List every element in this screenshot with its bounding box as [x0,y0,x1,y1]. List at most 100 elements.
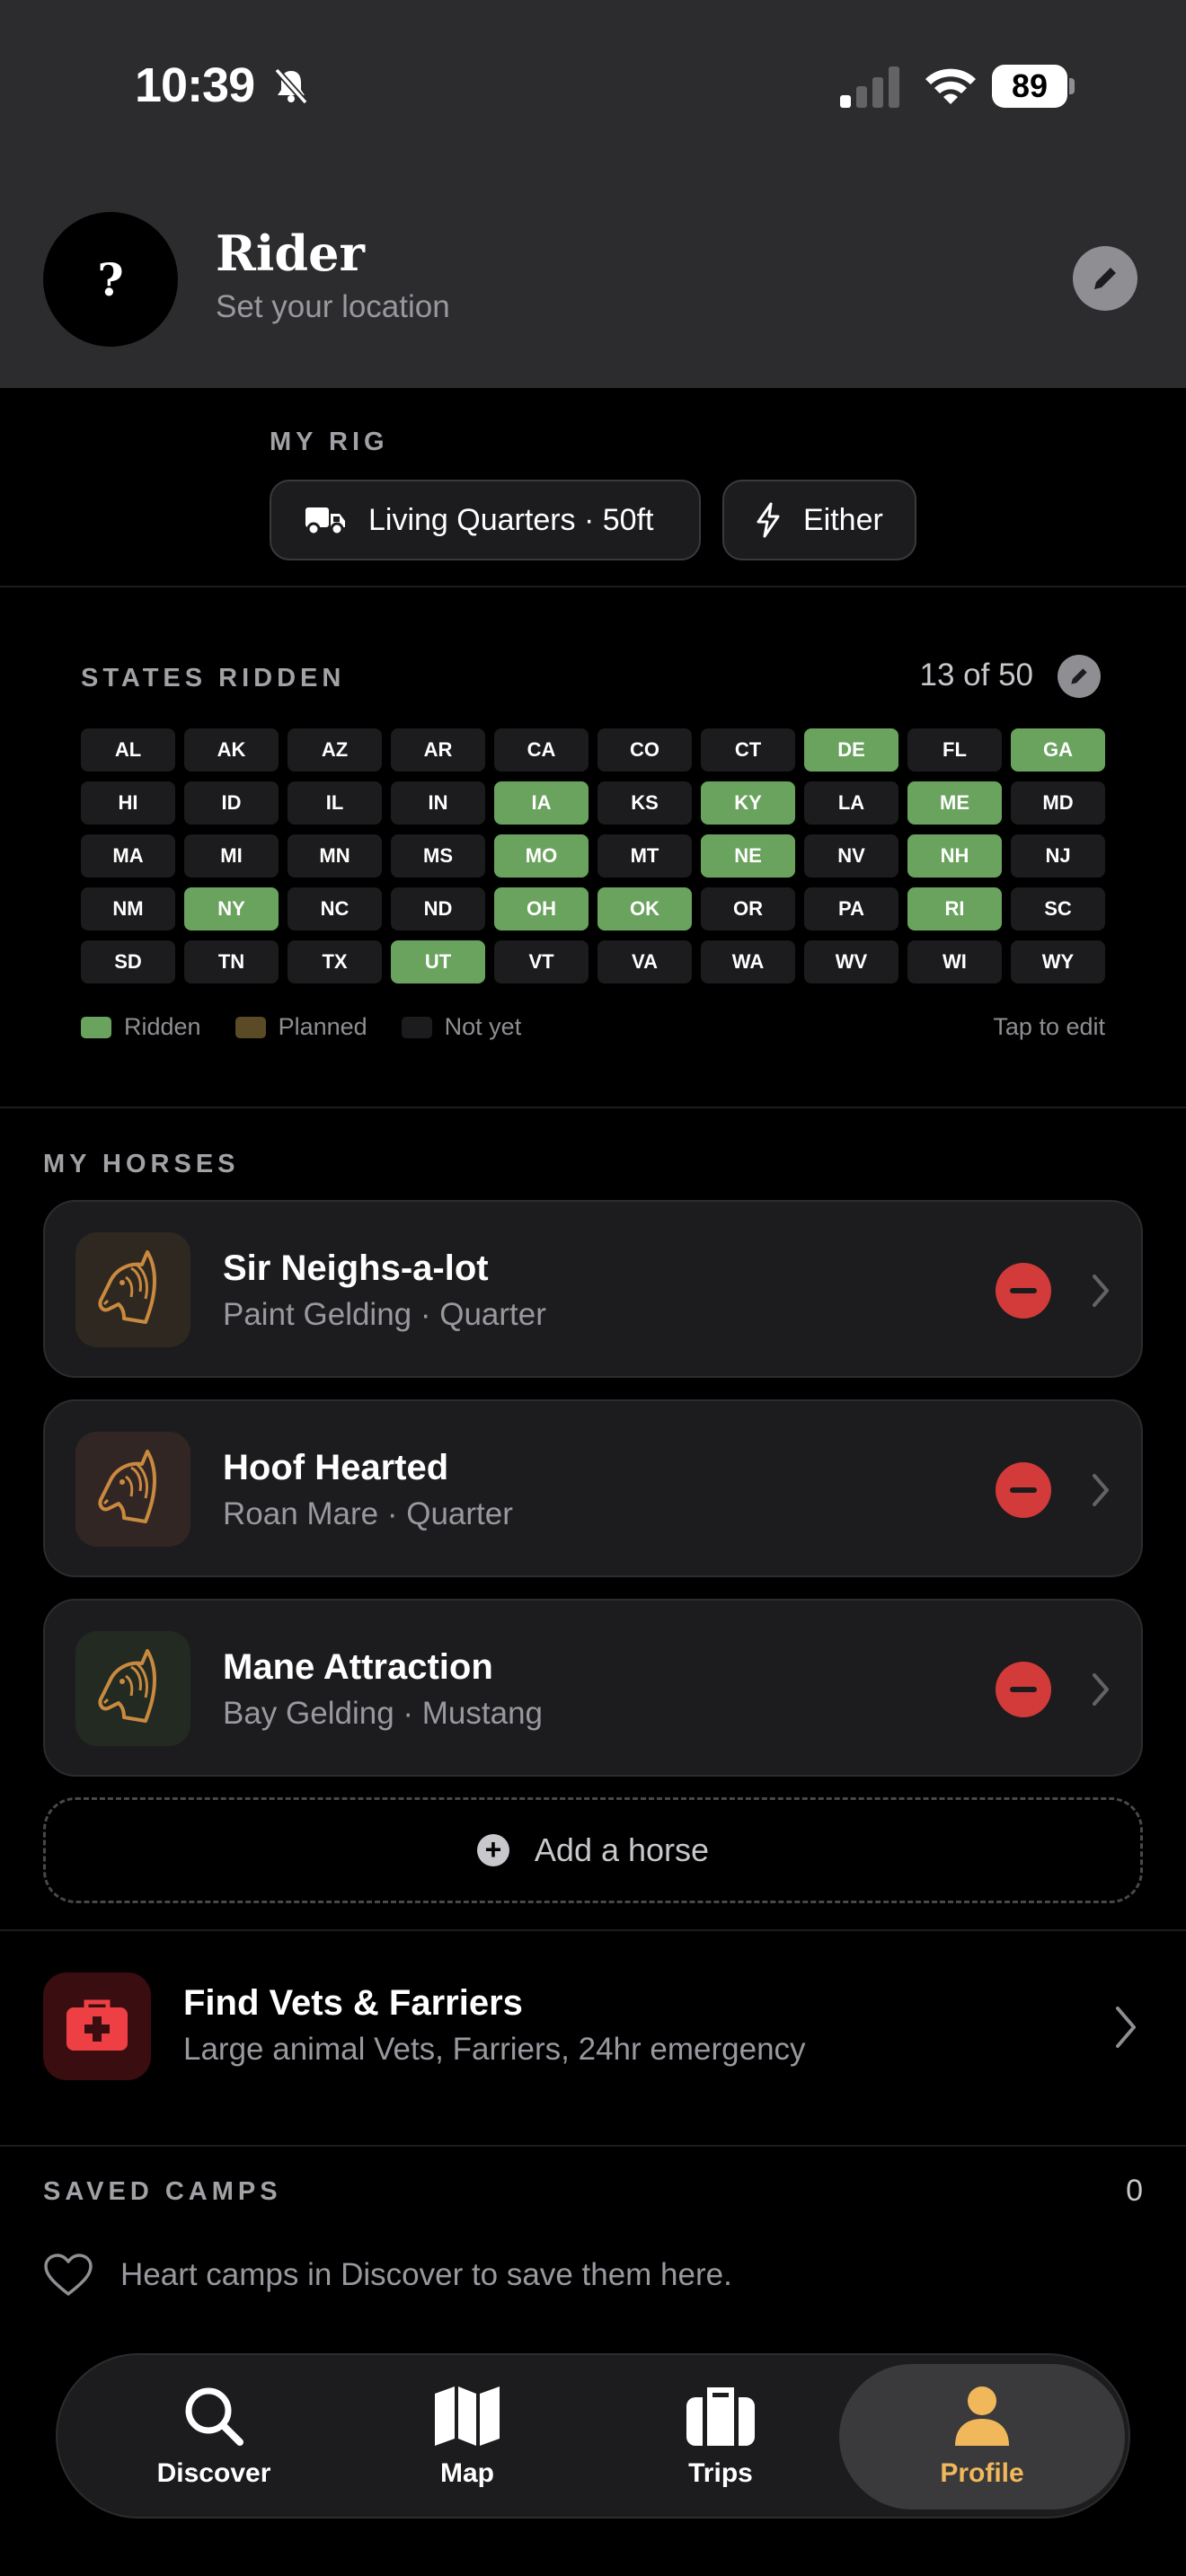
state-cell-az[interactable]: AZ [288,728,382,772]
remove-horse-button[interactable] [996,1662,1051,1717]
status-time: 10:39 [135,58,255,112]
state-cell-ri[interactable]: RI [907,887,1002,931]
state-cell-fl[interactable]: FL [907,728,1002,772]
state-cell-ma[interactable]: MA [81,834,175,878]
state-cell-ky[interactable]: KY [701,781,795,825]
pencil-icon [1094,268,1116,289]
legend-ridden: Ridden [124,1013,201,1040]
find-vets-title: Find Vets & Farriers [183,1983,523,2023]
rig-vehicle-chip[interactable]: Living Quarters · 50ft [270,480,701,560]
state-cell-ca[interactable]: CA [494,728,589,772]
state-cell-ks[interactable]: KS [597,781,692,825]
state-cell-ct[interactable]: CT [701,728,795,772]
rig-hookup-label: Either [803,502,883,537]
state-cell-wy[interactable]: WY [1011,940,1105,984]
state-cell-tn[interactable]: TN [184,940,279,984]
search-icon [185,2387,243,2446]
suitcase-icon [686,2387,755,2446]
state-cell-hi[interactable]: HI [81,781,175,825]
state-cell-ar[interactable]: AR [391,728,485,772]
first-aid-kit-icon [43,1972,151,2080]
rig-hookup-chip[interactable]: Either [722,480,916,560]
tab-map-label: Map [440,2458,494,2488]
state-cell-me[interactable]: ME [907,781,1002,825]
tap-to-edit-hint[interactable]: Tap to edit [993,1013,1105,1041]
state-cell-nv[interactable]: NV [804,834,898,878]
state-cell-ok[interactable]: OK [597,887,692,931]
state-cell-ia[interactable]: IA [494,781,589,825]
tab-discover-label: Discover [156,2458,271,2488]
state-cell-ms[interactable]: MS [391,834,485,878]
state-cell-wv[interactable]: WV [804,940,898,984]
add-horse-button[interactable]: + Add a horse [43,1797,1143,1903]
silent-bell-icon [271,66,311,110]
state-cell-mo[interactable]: MO [494,834,589,878]
divider [0,1107,1186,1108]
pencil-icon [1071,668,1087,684]
state-cell-ny[interactable]: NY [184,887,279,931]
tab-discover[interactable]: Discover [108,2364,320,2510]
tab-map[interactable]: Map [361,2364,573,2510]
horse-card[interactable]: Sir Neighs-a-lot Paint Gelding · Quarter [43,1200,1143,1378]
heart-icon [44,2254,93,2296]
battery-icon: 89 [992,65,1075,108]
saved-camps-empty-text: Heart camps in Discover to save them her… [120,2257,732,2292]
state-cell-ga[interactable]: GA [1011,728,1105,772]
legend-planned: Planned [278,1013,367,1040]
state-cell-or[interactable]: OR [701,887,795,931]
chevron-right-icon [1093,1474,1109,1506]
state-cell-nj[interactable]: NJ [1011,834,1105,878]
state-cell-id[interactable]: ID [184,781,279,825]
profile-name: Rider [216,225,365,282]
state-cell-al[interactable]: AL [81,728,175,772]
state-cell-nh[interactable]: NH [907,834,1002,878]
profile-location[interactable]: Set your location [216,289,450,325]
state-cell-wi[interactable]: WI [907,940,1002,984]
state-cell-pa[interactable]: PA [804,887,898,931]
state-cell-va[interactable]: VA [597,940,692,984]
chevron-right-icon [1116,2007,1136,2048]
state-cell-ut[interactable]: UT [391,940,485,984]
state-cell-co[interactable]: CO [597,728,692,772]
horse-meta: Bay Gelding · Mustang [223,1696,544,1731]
profile-header: 10:39 89 ? Rider Set your location [0,0,1186,388]
state-cell-in[interactable]: IN [391,781,485,825]
legend-swatch-planned [235,1016,266,1038]
state-cell-mn[interactable]: MN [288,834,382,878]
states-section-title: STATES RIDDEN [81,664,346,693]
state-cell-md[interactable]: MD [1011,781,1105,825]
state-cell-de[interactable]: DE [804,728,898,772]
states-count: 13 of 50 [919,657,1034,693]
saved-camps-empty-state: Heart camps in Discover to save them her… [43,2253,732,2298]
remove-horse-button[interactable] [996,1263,1051,1319]
states-grid[interactable]: AL AK AZ AR CA CO CT DE FL GA HI ID IL IN IA KS KY LA ME MD… [81,728,1105,984]
edit-profile-button[interactable] [1073,246,1137,311]
tab-profile[interactable]: Profile [839,2364,1125,2510]
state-cell-nc[interactable]: NC [288,887,382,931]
tab-trips[interactable]: Trips [615,2364,827,2510]
avatar[interactable]: ? [43,212,178,347]
horse-meta: Paint Gelding · Quarter [223,1297,546,1332]
state-cell-il[interactable]: IL [288,781,382,825]
cellular-signal-icon [840,66,903,112]
state-cell-vt[interactable]: VT [494,940,589,984]
legend-not-yet: Not yet [444,1013,522,1040]
state-cell-mi[interactable]: MI [184,834,279,878]
plus-circle-icon: + [476,1834,509,1866]
horse-card[interactable]: Mane Attraction Bay Gelding · Mustang [43,1599,1143,1777]
horse-card[interactable]: Hoof Hearted Roan Mare · Quarter [43,1399,1143,1577]
divider [0,586,1186,587]
state-cell-la[interactable]: LA [804,781,898,825]
state-cell-nm[interactable]: NM [81,887,175,931]
edit-states-button[interactable] [1058,655,1101,698]
state-cell-wa[interactable]: WA [701,940,795,984]
state-cell-sc[interactable]: SC [1011,887,1105,931]
state-cell-mt[interactable]: MT [597,834,692,878]
state-cell-tx[interactable]: TX [288,940,382,984]
state-cell-ne[interactable]: NE [701,834,795,878]
state-cell-ak[interactable]: AK [184,728,279,772]
state-cell-oh[interactable]: OH [494,887,589,931]
state-cell-nd[interactable]: ND [391,887,485,931]
state-cell-sd[interactable]: SD [81,940,175,984]
remove-horse-button[interactable] [996,1462,1051,1518]
